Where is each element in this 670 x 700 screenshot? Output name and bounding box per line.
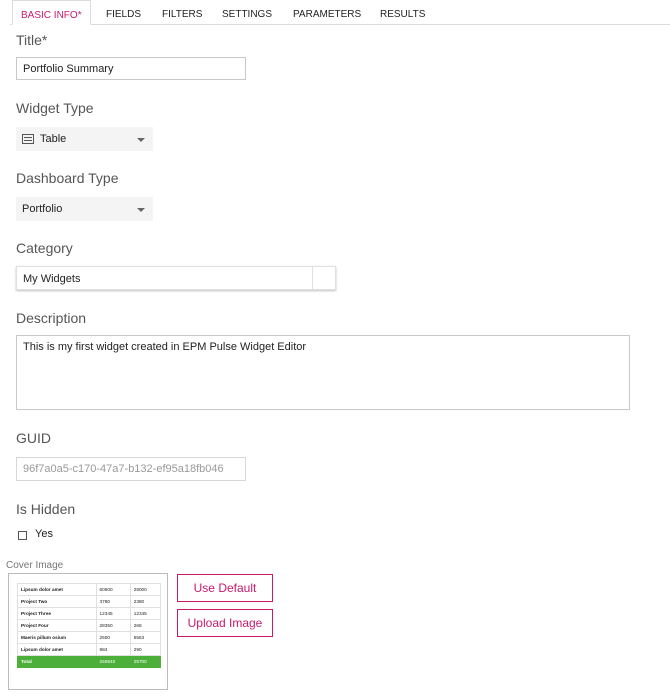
tab-basic-info[interactable]: BASIC INFO* bbox=[12, 0, 91, 25]
cover-table-cell: 25700 bbox=[129, 655, 162, 668]
chevron-down-icon bbox=[137, 208, 145, 212]
cover-image-label: Cover Image bbox=[6, 560, 64, 571]
cover-table-cell: 5563 bbox=[129, 631, 162, 644]
cover-table-cell: 268 bbox=[129, 619, 162, 632]
use-default-button[interactable]: Use Default bbox=[177, 574, 273, 602]
cover-table-total-row: Total 250840 25700 bbox=[17, 655, 162, 668]
cover-image-preview: Lipsum dolor amet 60500 28000 Project Two 37… bbox=[8, 573, 168, 690]
description-label: Description bbox=[16, 310, 87, 326]
cover-table-cell: 2500 bbox=[95, 631, 131, 644]
upload-image-button[interactable]: Upload Image bbox=[177, 609, 273, 637]
category-value: My Widgets bbox=[23, 273, 81, 285]
is-hidden-option-label: Yes bbox=[35, 528, 53, 540]
cover-table-row: Lipsum dolor amet 60500 28000 bbox=[17, 583, 162, 596]
widget-type-value: Table bbox=[40, 133, 67, 145]
category-divider bbox=[312, 267, 313, 289]
required-marker: * bbox=[77, 10, 82, 21]
cover-table-cell: Lipsum dolor amet bbox=[17, 643, 97, 656]
cover-table-cell: 3780 bbox=[95, 595, 131, 608]
cover-table-cell: 12345 bbox=[95, 607, 131, 620]
cover-table-row: Lipsum dolor amet 984 290 bbox=[17, 643, 162, 656]
is-hidden-checkbox[interactable] bbox=[18, 531, 27, 540]
cover-table-cell: 290 bbox=[129, 643, 162, 656]
cover-table-cell: 12345 bbox=[129, 607, 162, 620]
cover-table-cell: 250840 bbox=[95, 655, 131, 668]
cover-table-cell: 28000 bbox=[129, 583, 162, 596]
chevron-down-icon bbox=[137, 138, 145, 142]
cover-table-row: Project Four 28350 268 bbox=[17, 619, 162, 632]
tab-basic-info-label: BASIC INFO bbox=[21, 10, 78, 21]
title-input[interactable] bbox=[16, 57, 246, 80]
cover-table-cell: Maeris pillum osium bbox=[17, 631, 97, 644]
tab-settings[interactable]: SETTINGS bbox=[222, 0, 272, 23]
tab-results[interactable]: RESULTS bbox=[380, 0, 425, 23]
cover-table-cell: 60500 bbox=[95, 583, 131, 596]
cover-table-cell: Project Four bbox=[17, 619, 97, 632]
cover-table-cell: 2380 bbox=[129, 595, 162, 608]
table-icon bbox=[22, 134, 34, 144]
category-label: Category bbox=[16, 240, 73, 256]
cover-table-cell: Project Three bbox=[17, 607, 97, 620]
cover-table-cell: Lipsum dolor amet bbox=[17, 583, 97, 596]
cover-table-cell: Total bbox=[17, 655, 97, 668]
dashboard-type-select[interactable]: Portfolio bbox=[16, 197, 153, 221]
cover-table-row: Project Two 3780 2380 bbox=[17, 595, 162, 608]
cover-table-cell: Project Two bbox=[17, 595, 97, 608]
guid-label: GUID bbox=[16, 430, 51, 446]
cover-table-row: Maeris pillum osium 2500 5563 bbox=[17, 631, 162, 644]
dashboard-type-label: Dashboard Type bbox=[16, 170, 119, 186]
cover-table-row: Project Three 12345 12345 bbox=[17, 607, 162, 620]
cover-image-table: Lipsum dolor amet 60500 28000 Project Two 37… bbox=[17, 583, 162, 668]
is-hidden-label: Is Hidden bbox=[16, 501, 76, 517]
tab-parameters[interactable]: PARAMETERS bbox=[293, 0, 361, 23]
cover-table-cell: 28350 bbox=[95, 619, 131, 632]
description-textarea[interactable]: This is my first widget created in EPM P… bbox=[16, 335, 630, 410]
widget-type-select[interactable]: Table bbox=[16, 127, 153, 151]
dashboard-type-value: Portfolio bbox=[22, 203, 63, 215]
guid-input bbox=[16, 457, 246, 481]
title-label: Title* bbox=[16, 32, 48, 48]
tab-filters[interactable]: FILTERS bbox=[162, 0, 202, 23]
widget-type-label: Widget Type bbox=[16, 100, 94, 116]
tab-fields[interactable]: FIELDS bbox=[106, 0, 141, 23]
category-combobox[interactable]: My Widgets bbox=[16, 266, 336, 290]
cover-table-cell: 984 bbox=[95, 643, 131, 656]
tab-bar: BASIC INFO* FIELDS FILTERS SETTINGS PARA… bbox=[10, 0, 670, 25]
